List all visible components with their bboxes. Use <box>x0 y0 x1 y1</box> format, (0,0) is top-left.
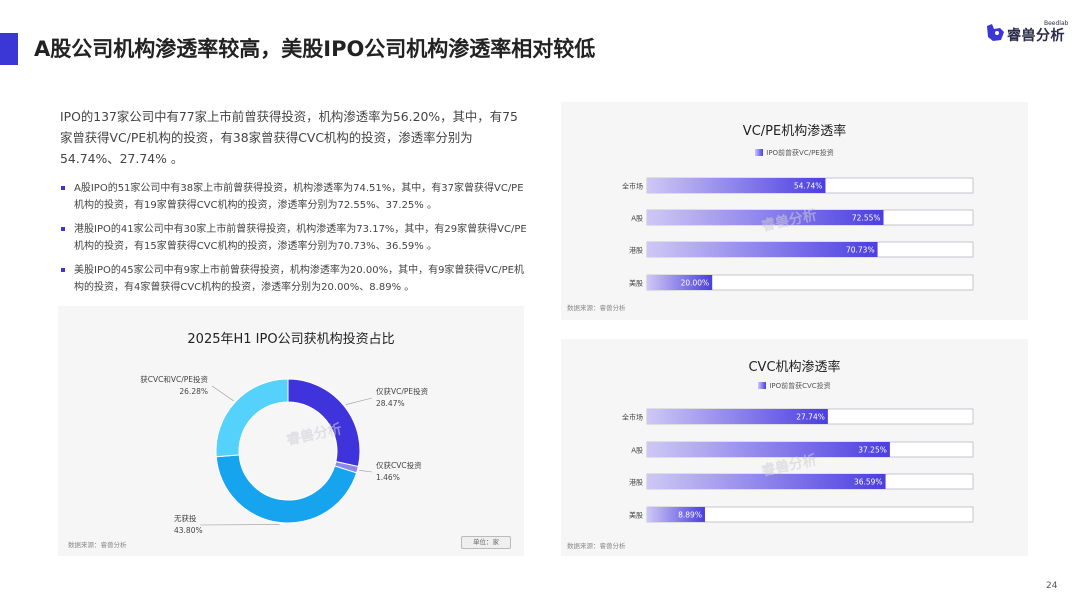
donut-slice <box>215 378 289 458</box>
category-label: 港股 <box>629 478 643 487</box>
bar-value-label: 36.59% <box>854 478 883 487</box>
slice-value-label: 43.80% <box>174 526 203 535</box>
pie-chart-panel: 2025年H1 IPO公司获机构投资占比 仅获VC/PE投资 28.47% 仅获CV… <box>58 306 524 556</box>
pie-source: 数据来源：睿兽分析 <box>68 541 127 549</box>
category-label: 全市场 <box>622 413 643 422</box>
bullet-hk-share: 港股IPO的41家公司中有30家上市前曾获得投资，机构渗透率为73.17%，其中… <box>60 221 530 255</box>
slice-label: 仅获CVC投资 <box>376 460 422 470</box>
bar <box>647 242 878 257</box>
category-label: 美股 <box>629 511 643 520</box>
slice-value-label: 26.28% <box>179 387 208 396</box>
cvc-chart-panel: CVC机构渗透率 IPO前曾获CVC投资 全市场 27.74% A股 37.25% 港股… <box>561 339 1028 556</box>
logo-sup-text: Beedlab <box>1044 20 1069 27</box>
page-title: A股公司机构渗透率较高，美股IPO公司机构渗透率相对较低 <box>34 37 596 61</box>
bar-value-label: 37.25% <box>858 446 887 455</box>
title-accent-bar <box>0 33 18 65</box>
brand-logo: 睿兽分析 Beedlab <box>984 20 1068 46</box>
page-number: 24 <box>1046 581 1058 591</box>
logo-text: 睿兽分析 <box>1007 28 1065 44</box>
category-label: A股 <box>631 447 643 455</box>
category-label: 全市场 <box>622 182 643 191</box>
bullet-list: A股IPO的51家公司中有38家上市前曾获得投资，机构渗透率为74.51%，其中… <box>60 180 530 303</box>
slice-label: 仅获VC/PE投资 <box>376 386 429 396</box>
bar <box>647 442 890 457</box>
slice-value-label: 28.47% <box>376 399 405 408</box>
bar-value-label: 20.00% <box>681 279 710 288</box>
cvc-source: 数据来源：睿兽分析 <box>567 542 626 550</box>
slice-leader-line <box>211 385 234 402</box>
vcpe-chart-panel: VC/PE机构渗透率 IPO前曾获VC/PE投资 全市场 54.74% A股 72.5… <box>561 102 1028 320</box>
slice-leader-line <box>359 469 373 473</box>
vcpe-source: 数据来源：睿兽分析 <box>567 304 626 312</box>
logo-mark-icon <box>987 24 1004 41</box>
category-label: 美股 <box>629 279 643 288</box>
slice-leader-line <box>345 397 373 405</box>
category-label: 港股 <box>629 246 643 255</box>
bar-value-label: 70.73% <box>846 246 875 255</box>
bullet-us-share: 美股IPO的45家公司中有9家上市前曾获得投资，机构渗透率为20.00%，其中，… <box>60 262 530 296</box>
bar-value-label: 8.89% <box>678 511 702 520</box>
slice-label: 获CVC和VC/PE投资 <box>140 374 208 384</box>
slice-label: 无获投 <box>174 513 197 523</box>
bullet-a-share: A股IPO的51家公司中有38家上市前曾获得投资，机构渗透率为74.51%，其中… <box>60 180 530 214</box>
intro-paragraph: IPO的137家公司中有77家上市前曾获得投资，机构渗透率为56.20%，其中，… <box>60 109 518 166</box>
bar-value-label: 72.55% <box>852 214 881 223</box>
cvc-bar-chart: 全市场 27.74% A股 37.25% 港股 36.59% 美股 8.89% <box>622 408 974 523</box>
slice-value-label: 1.46% <box>376 473 400 482</box>
bar-value-label: 27.74% <box>796 413 825 422</box>
bar-value-label: 54.74% <box>794 182 823 191</box>
category-label: A股 <box>631 215 643 223</box>
unit-button[interactable]: 单位：家 <box>461 536 511 549</box>
